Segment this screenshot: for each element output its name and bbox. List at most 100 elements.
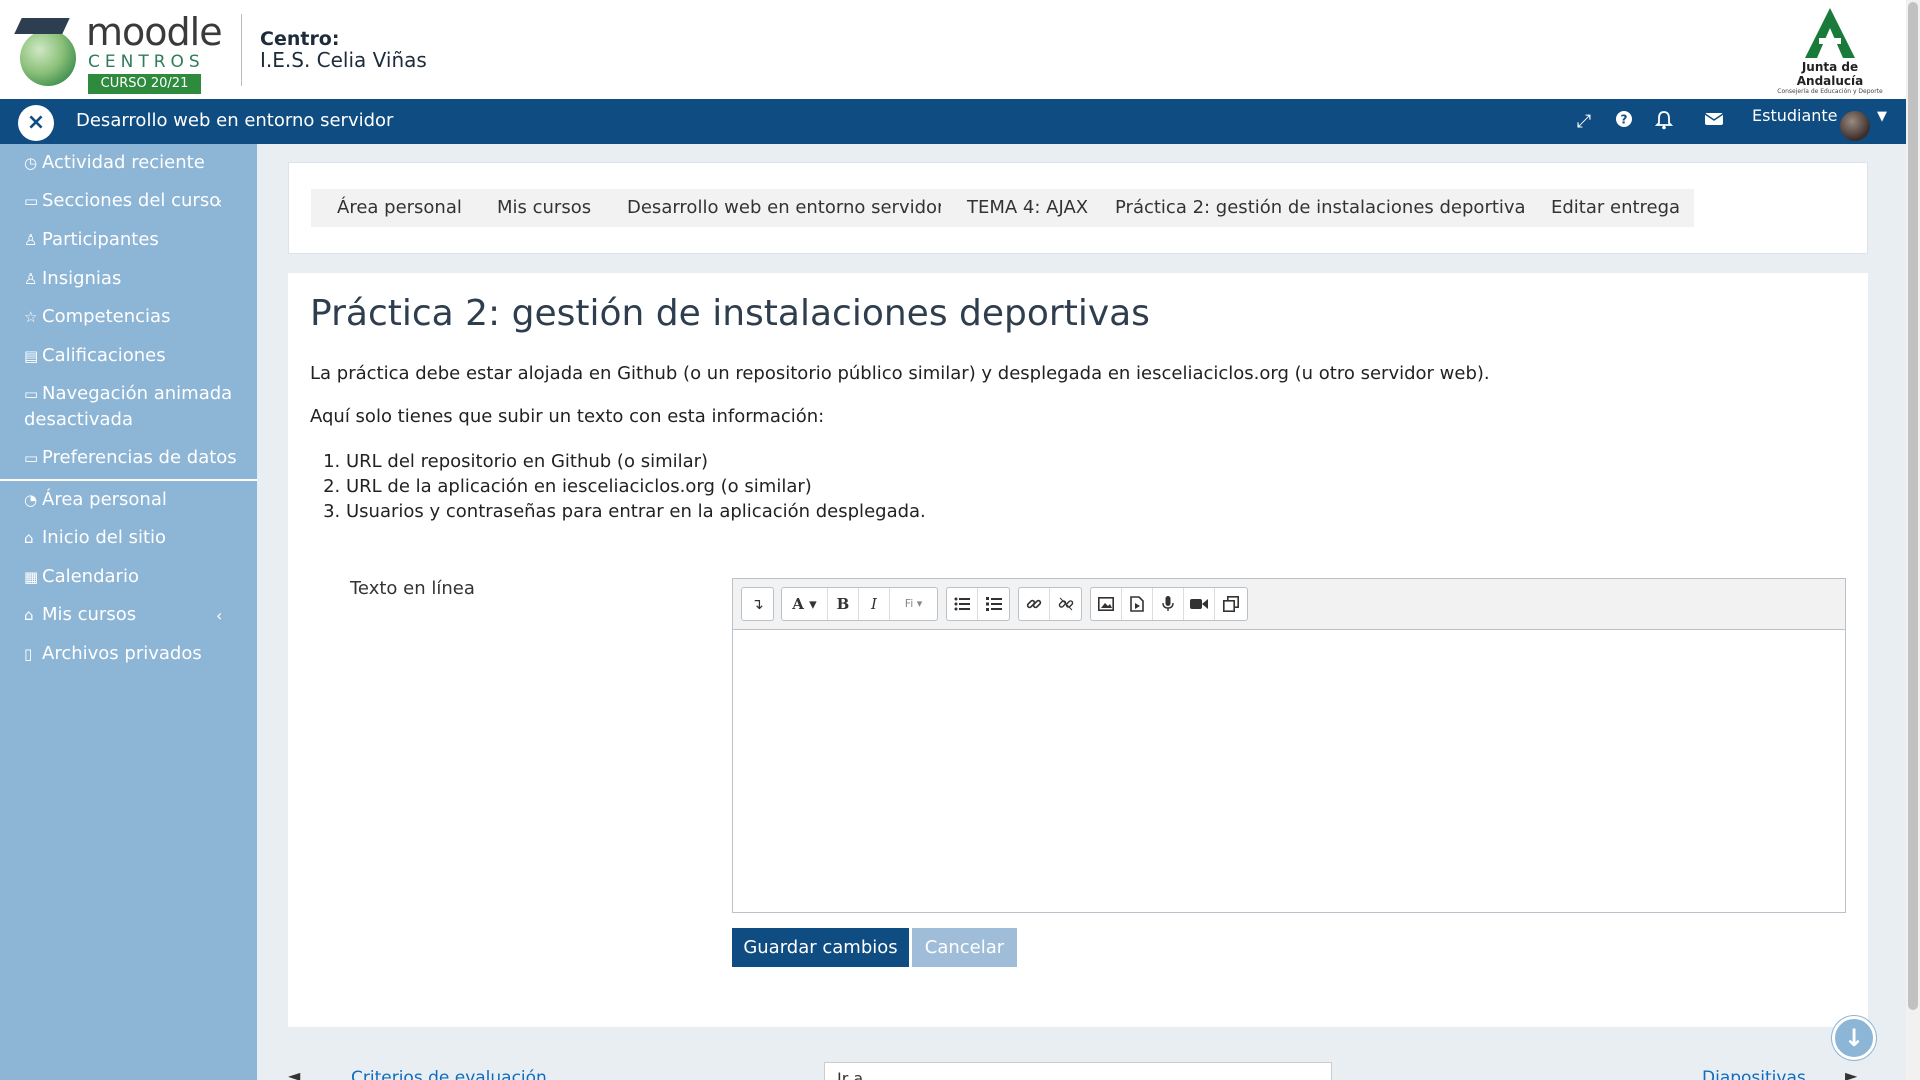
sidebar-separator [0, 479, 257, 481]
sidebar-item-insignias[interactable]: ♙ Insignias [24, 266, 249, 292]
sidebar-item-label: Inicio del sitio [42, 527, 167, 548]
collapse-toolbar-button[interactable]: ↴ [742, 588, 773, 620]
breadcrumb-item-tema[interactable]: TEMA 4: AJAX [941, 189, 1103, 227]
image-icon[interactable] [1091, 588, 1122, 620]
paragraph-style-button[interactable]: Fi ▾ [890, 588, 937, 620]
sidebar-item-archivos-privados[interactable]: ▯ Archivos privados [24, 641, 249, 667]
list-item: URL del repositorio en Github (o similar… [346, 449, 926, 474]
toolbar-group-links [1018, 587, 1082, 621]
cancel-button[interactable]: Cancelar [912, 928, 1017, 967]
italic-button[interactable]: I [859, 588, 890, 620]
font-color-button[interactable]: A ▾ [782, 588, 828, 620]
globe-logo-icon [20, 30, 76, 86]
chevron-left-icon[interactable]: ‹ [216, 193, 222, 212]
jump-to-select[interactable]: Ir a... [824, 1062, 1332, 1080]
clock-icon: ◷ [24, 154, 38, 172]
sidebar-item-label: Actividad reciente [42, 152, 205, 173]
next-activity-link[interactable]: Diapositivas [1702, 1068, 1806, 1080]
header-divider [241, 14, 242, 86]
junta-andalucia-logo[interactable]: Junta de Andalucía Consejería de Educaci… [1770, 8, 1890, 95]
link-icon[interactable] [1019, 588, 1050, 620]
sidebar-item-label: Calendario [42, 566, 139, 587]
breadcrumb-item-area-personal[interactable]: Área personal [311, 189, 476, 227]
sidebar-item-label: Participantes [42, 229, 159, 250]
sidebar-item-label: Preferencias de datos [42, 447, 237, 468]
breadcrumb-item-editar-entrega[interactable]: Editar entrega [1525, 189, 1695, 227]
junta-a-icon [1803, 8, 1857, 60]
toolbar-group-collapse: ↴ [741, 587, 774, 621]
chevron-left-icon[interactable]: ‹ [216, 606, 222, 625]
dashboard-icon: ◔ [24, 491, 38, 509]
navbar: × Desarrollo web en entorno servidor ⤢ ?… [0, 99, 1906, 144]
logo-edition: CURSO 20/21 [88, 74, 201, 94]
home-icon: ⌂ [24, 529, 34, 547]
scroll-down-icon[interactable]: ↓ [1832, 1016, 1876, 1060]
help-icon[interactable]: ? [1612, 110, 1636, 134]
graduation-cap-logo-icon [14, 18, 70, 34]
breadcrumb-item-practica[interactable]: Práctica 2: gestión de instalaciones dep… [1089, 189, 1549, 227]
junta-subtitle: Consejería de Educación y Deporte [1777, 88, 1883, 95]
numbered-list-icon[interactable] [978, 588, 1009, 620]
sidebar-item-label: Secciones del curso [42, 190, 221, 211]
breadcrumb: Área personal Mis cursos Desarrollo web … [288, 162, 1868, 254]
sidebar-item-label: Mis cursos [42, 604, 137, 625]
expand-icon[interactable]: ⤢ [1572, 110, 1596, 134]
navbar-course-title[interactable]: Desarrollo web en entorno servidor [76, 110, 393, 131]
sidebar-item-competencias[interactable]: ☆ Competencias [24, 304, 249, 330]
page-scrollbar[interactable] [1906, 0, 1920, 1080]
requirements-list: URL del repositorio en Github (o similar… [346, 449, 926, 524]
assignment-instructions: Aquí solo tienes que subir un texto con … [310, 406, 825, 427]
sidebar-item-label: Archivos privados [42, 643, 202, 664]
breadcrumb-item-mis-cursos[interactable]: Mis cursos [471, 189, 606, 227]
prev-activity-link[interactable]: Criterios de evaluación [351, 1068, 547, 1080]
folder-icon: ▭ [24, 192, 39, 210]
moodle-centros-logo[interactable]: moodle CENTROS CURSO 20/21 [14, 10, 223, 94]
save-button[interactable]: Guardar cambios [732, 928, 909, 967]
bulleted-list-icon[interactable] [947, 588, 978, 620]
sidebar-item-actividad-reciente[interactable]: ◷ Actividad reciente [24, 150, 249, 176]
paragraph-style-label: Fi [904, 597, 914, 610]
main-content: Práctica 2: gestión de instalaciones dep… [288, 273, 1868, 1027]
scrollbar-thumb[interactable] [1908, 2, 1918, 1010]
jump-to-value: Ir a... [837, 1069, 879, 1080]
assignment-intro: La práctica debe estar alojada en Github… [310, 363, 1490, 384]
sidebar-item-inicio[interactable]: ⌂ Inicio del sitio [24, 525, 249, 551]
logo-word: moodle [86, 10, 223, 54]
site-header: moodle CENTROS CURSO 20/21 Centro: I.E.S… [0, 0, 1906, 99]
folder-icon: ▭ [24, 385, 39, 403]
breadcrumb-item-course[interactable]: Desarrollo web en entorno servidor [601, 189, 959, 227]
microphone-icon[interactable] [1153, 588, 1184, 620]
sidebar-item-label: Insignias [42, 268, 122, 289]
sidebar-item-participantes[interactable]: ♙ Participantes [24, 227, 249, 253]
file-media-icon[interactable] [1122, 588, 1153, 620]
envelope-icon[interactable] [1702, 110, 1726, 134]
bold-button[interactable]: B [828, 588, 859, 620]
list-item: Usuarios y contraseñas para entrar en la… [346, 499, 926, 524]
copy-files-icon[interactable] [1215, 588, 1246, 620]
user-name: Estudiante [1752, 106, 1838, 125]
sidebar-item-navegacion-animada[interactable]: ▭ Navegación animada desactivada [24, 381, 249, 432]
caret-down-icon: ▼ [1877, 109, 1887, 124]
sidebar-item-label: Competencias [42, 306, 171, 327]
users-icon: ♙ [24, 231, 38, 249]
sidebar-item-label: Área personal [42, 489, 167, 510]
video-camera-icon[interactable] [1184, 588, 1215, 620]
online-text-label: Texto en línea [350, 578, 475, 599]
close-icon[interactable]: × [18, 105, 54, 141]
sidebar-item-calificaciones[interactable]: ▤ Calificaciones [24, 343, 249, 369]
calendar-icon: ▦ [24, 568, 39, 586]
sidebar-item-area-personal[interactable]: ◔ Área personal [24, 487, 249, 513]
badge-icon: ♙ [24, 270, 38, 288]
sidebar-item-preferencias[interactable]: ▭ Preferencias de datos [24, 445, 249, 471]
list-item: URL de la aplicación en iesceliaciclos.o… [346, 474, 926, 499]
sidebar-item-calendario[interactable]: ▦ Calendario [24, 564, 249, 590]
online-text-textarea[interactable] [733, 629, 1845, 912]
bell-icon[interactable] [1652, 110, 1676, 134]
online-text-editor: ↴ A ▾ B I Fi ▾ [732, 578, 1846, 913]
next-arrow-icon[interactable]: ► [1845, 1066, 1857, 1080]
junta-name: Junta de Andalucía [1796, 60, 1864, 88]
avatar [1840, 111, 1870, 141]
star-icon: ☆ [24, 308, 38, 326]
unlink-icon[interactable] [1050, 588, 1081, 620]
prev-arrow-icon[interactable]: ◄ [288, 1066, 300, 1080]
